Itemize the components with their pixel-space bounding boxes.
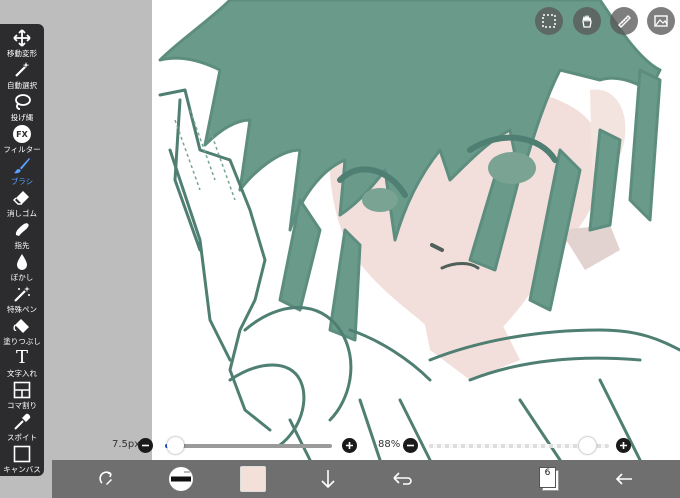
- opacity-value: 88%: [378, 439, 401, 450]
- tool-move[interactable]: 移動変形: [0, 28, 44, 60]
- tool-label: ぼかし: [10, 273, 34, 282]
- tool-brush[interactable]: ブラシ: [0, 156, 44, 188]
- lasso-icon: [12, 92, 32, 112]
- dashed-selection-icon: [542, 14, 556, 28]
- color-swatch-button[interactable]: [240, 460, 266, 498]
- tool-fx[interactable]: FX フィルター: [0, 124, 44, 156]
- back-button[interactable]: [612, 460, 636, 498]
- rotate-icon: [99, 471, 112, 485]
- tool-lasso[interactable]: 投げ縄: [0, 92, 44, 124]
- tool-label: 消しゴム: [7, 209, 37, 218]
- ruler-icon: [618, 15, 631, 28]
- layers-button[interactable]: 6: [536, 460, 562, 498]
- tool-label: コマ割り: [7, 401, 37, 410]
- material-image-icon: [654, 15, 668, 27]
- plus-icon: [620, 442, 627, 449]
- ruler-button[interactable]: [610, 7, 638, 35]
- brush-preview-icon: [169, 467, 193, 491]
- minus-icon: [142, 444, 149, 447]
- layers-icon: 6: [539, 467, 559, 491]
- plus-icon: [346, 442, 353, 449]
- canvas-icon: [12, 444, 32, 464]
- tool-eyedropper[interactable]: スポイト: [0, 412, 44, 444]
- tool-special-pen[interactable]: 特殊ペン: [0, 284, 44, 316]
- eraser-icon: [12, 188, 32, 208]
- text-icon: T: [15, 347, 28, 368]
- tool-label: 塗りつぶし: [3, 337, 41, 346]
- tool-eraser[interactable]: 消しゴム: [0, 188, 44, 220]
- rotate-button[interactable]: [92, 460, 122, 498]
- selection-button[interactable]: [535, 7, 563, 35]
- opacity-plus-button[interactable]: [616, 438, 631, 453]
- bottom-toolbar: 6: [52, 460, 680, 498]
- undo-button[interactable]: [390, 460, 414, 498]
- move-icon: [12, 28, 32, 48]
- down-arrow-icon: [321, 470, 335, 489]
- drawing-canvas[interactable]: [0, 0, 680, 498]
- tool-magic-wand[interactable]: 自動選択: [0, 60, 44, 92]
- layer-count: 6: [544, 468, 551, 478]
- tool-label: 特殊ペン: [7, 305, 37, 314]
- down-arrow-button[interactable]: [316, 460, 340, 498]
- tool-frame-divider[interactable]: コマ割り: [0, 380, 44, 412]
- finger-icon: [12, 220, 32, 240]
- tool-label: スポイト: [7, 433, 37, 442]
- brush-size-minus-button[interactable]: [138, 438, 153, 453]
- frame-divider-icon: [12, 380, 32, 400]
- tool-blur-drop[interactable]: ぼかし: [0, 252, 44, 284]
- tool-sidebar: 移動変形 自動選択 投げ縄 FX フィルター ブラシ 消しゴム 指先 ぼかし 特殊ペン 塗りつぶし T…: [0, 24, 44, 476]
- tool-canvas[interactable]: キャンバス: [0, 444, 44, 476]
- tool-label: ブラシ: [10, 177, 34, 186]
- tool-label: キャンバス: [3, 465, 41, 474]
- tool-label: 指先: [14, 241, 30, 250]
- tool-text[interactable]: T 文字入れ: [0, 348, 44, 380]
- brush-icon: [12, 156, 32, 176]
- undo-icon: [393, 472, 412, 485]
- opacity-handle[interactable]: [579, 437, 596, 454]
- brush-size-slider[interactable]: [165, 444, 332, 448]
- tool-label: 自動選択: [7, 81, 37, 90]
- brush-preview-button[interactable]: [166, 460, 196, 498]
- tool-label: 文字入れ: [7, 369, 37, 378]
- minus-icon: [407, 444, 414, 447]
- material-button[interactable]: [647, 7, 675, 35]
- brush-size-handle[interactable]: [167, 437, 184, 454]
- back-arrow-icon: [615, 473, 632, 485]
- color-swatch: [240, 466, 266, 492]
- fx-icon: FX: [12, 124, 32, 144]
- tool-finger[interactable]: 指先: [0, 220, 44, 252]
- magic-wand-icon: [12, 60, 32, 80]
- fill-bucket-icon: [12, 316, 32, 336]
- tool-label: 移動変形: [7, 49, 37, 58]
- brush-size-value: 7.5px: [112, 439, 141, 450]
- hand-icon: [582, 15, 592, 28]
- special-pen-icon: [12, 284, 32, 304]
- hand-button[interactable]: [573, 7, 601, 35]
- opacity-minus-button[interactable]: [403, 438, 418, 453]
- tool-fill-bucket[interactable]: 塗りつぶし: [0, 316, 44, 348]
- tool-label: フィルター: [3, 145, 41, 154]
- eyedropper-icon: [12, 412, 32, 432]
- blur-drop-icon: [12, 252, 32, 272]
- brush-size-plus-button[interactable]: [342, 438, 357, 453]
- tool-label: 投げ縄: [10, 113, 34, 122]
